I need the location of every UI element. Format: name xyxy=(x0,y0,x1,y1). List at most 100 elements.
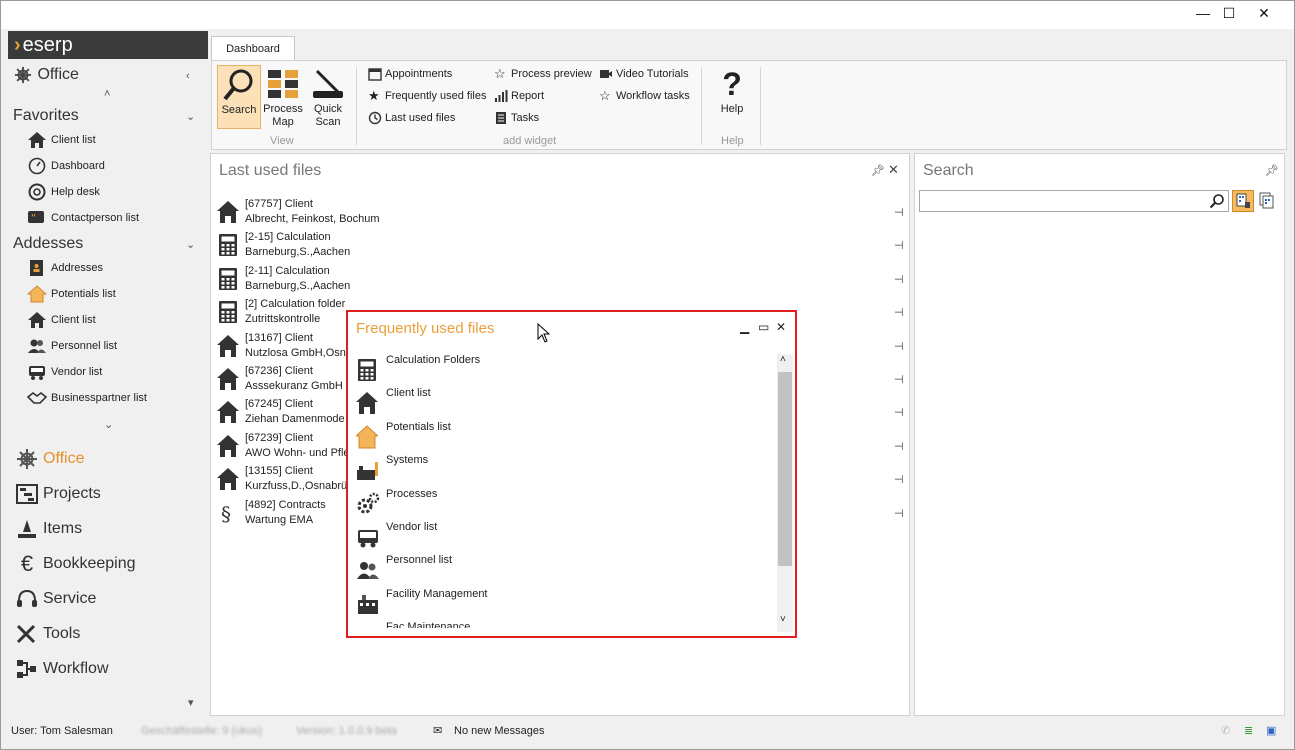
maximize-button[interactable]: ☐ xyxy=(1214,3,1244,23)
sidebar-item-addresses[interactable]: Addresses xyxy=(27,259,197,279)
process-preview-button[interactable]: ☆ Process preview xyxy=(494,65,592,83)
ribbon-separator xyxy=(701,67,702,145)
nav-projects[interactable]: Projects xyxy=(15,481,205,507)
sidebar-item-client-list[interactable]: Client list xyxy=(27,131,197,151)
sidebar-item-contactperson-list[interactable]: “Contactperson list xyxy=(27,209,197,229)
pin-row-icon[interactable]: ⊣ xyxy=(894,507,904,520)
scroll-up-icon[interactable]: ˄ xyxy=(104,88,110,100)
help-button[interactable]: ? Help xyxy=(710,65,754,129)
pin-row-icon[interactable]: ⊣ xyxy=(894,340,904,353)
popup-minimize-button[interactable]: ▁ xyxy=(740,320,749,334)
sidebar-more-chevron-icon[interactable]: ▾ xyxy=(188,696,194,709)
sidebar-item-help-desk[interactable]: Help desk xyxy=(27,183,197,203)
pin-icon[interactable]: 📌︎ xyxy=(1265,164,1279,177)
favorites-chevron-down-icon[interactable]: ⌄ xyxy=(186,110,195,123)
clock-icon xyxy=(368,111,382,125)
close-panel-button[interactable]: ✕ xyxy=(888,162,899,178)
popup-close-button[interactable]: ✕ xyxy=(776,320,786,334)
calculator-icon xyxy=(217,300,239,324)
gauge-icon xyxy=(28,157,46,175)
tab-dashboard[interactable]: Dashboard xyxy=(211,36,295,61)
search-input[interactable] xyxy=(919,190,1229,212)
pin-row-icon[interactable]: ⊣ xyxy=(894,440,904,453)
last-used-file-row[interactable]: [2-15] Calculation Barneburg,S.,Aachen xyxy=(217,231,903,263)
nav-office[interactable]: Office xyxy=(15,446,205,472)
workflow-tasks-button[interactable]: ☆ Workflow tasks xyxy=(599,87,690,105)
favorites-header[interactable]: Favorites xyxy=(13,107,79,125)
nav-items[interactable]: Items xyxy=(15,516,205,542)
sidebar-item-dashboard[interactable]: Dashboard xyxy=(27,157,197,177)
pin-row-icon[interactable]: ⊣ xyxy=(894,406,904,419)
frequently-used-item[interactable]: Processes xyxy=(354,486,774,518)
frequently-used-item[interactable]: Personnel list xyxy=(354,552,774,584)
house-outline-icon xyxy=(354,425,380,449)
pin-icon[interactable]: 📌︎ xyxy=(871,164,885,177)
frequently-used-files-button[interactable]: ★ Frequently used files xyxy=(368,87,487,105)
search-icon[interactable] xyxy=(1209,193,1225,209)
scroll-down-icon[interactable]: ⌄ xyxy=(104,418,113,431)
collapse-sidebar-icon[interactable]: ‹ xyxy=(186,70,190,82)
star-outline-icon: ☆ xyxy=(599,88,611,104)
database-icon[interactable]: ≣ xyxy=(1244,718,1253,744)
pin-row-icon[interactable]: ⊣ xyxy=(894,239,904,252)
frequently-used-item[interactable]: Potentials list xyxy=(354,419,774,451)
last-used-file-row[interactable]: [2-11] Calculation Barneburg,S.,Aachen xyxy=(217,265,903,297)
popup-scrollbar-thumb[interactable] xyxy=(778,372,792,566)
phone-icon[interactable]: ✆ xyxy=(1221,718,1230,744)
file-subtitle: Barneburg,S.,Aachen xyxy=(245,246,351,259)
scanner-icon xyxy=(313,69,343,98)
quick-scan-button[interactable]: Quick Scan xyxy=(306,65,350,129)
envelope-icon[interactable]: ✉ xyxy=(433,718,442,744)
nav-service[interactable]: Service xyxy=(15,586,205,612)
nav-tools[interactable]: Tools xyxy=(15,621,205,647)
search-button[interactable]: Search xyxy=(217,65,261,129)
status-messages[interactable]: No new Messages xyxy=(454,718,545,744)
advanced-search-button[interactable] xyxy=(1257,190,1279,212)
addresses-chevron-down-icon[interactable]: ⌄ xyxy=(186,238,195,251)
appointments-button[interactable]: Appointments xyxy=(368,65,452,83)
house-icon xyxy=(217,334,239,358)
frequently-used-item-label: Calculation Folders xyxy=(386,354,481,366)
frequently-used-item[interactable]: Systems xyxy=(354,452,774,484)
nav-office-label: Office xyxy=(43,450,85,467)
addresses-header[interactable]: Addesses xyxy=(13,235,83,253)
helm-icon xyxy=(14,66,32,84)
lifebuoy-icon xyxy=(28,183,46,201)
scroll-down-arrow-icon[interactable]: ˅ xyxy=(780,614,786,625)
nav-workflow[interactable]: Workflow xyxy=(15,656,205,682)
process-map-button[interactable]: Process Map xyxy=(261,65,305,129)
sidebar-item-personnel-list[interactable]: Personnel list xyxy=(27,337,197,357)
ribbon-separator xyxy=(356,67,357,145)
frequently-used-item[interactable]: Client list xyxy=(354,385,774,417)
sidebar: Office ‹ ˄ Favorites ⌄ Client list Dashb… xyxy=(1,60,208,715)
frequently-used-item[interactable]: Facility Management xyxy=(354,586,774,618)
search-options-button[interactable] xyxy=(1232,190,1254,212)
pin-row-icon[interactable]: ⊣ xyxy=(894,373,904,386)
sidebar-item-potentials-list[interactable]: Potentials list xyxy=(27,285,197,305)
pin-row-icon[interactable]: ⊣ xyxy=(894,473,904,486)
office-header[interactable]: Office xyxy=(13,66,79,84)
pin-row-icon[interactable]: ⊣ xyxy=(894,273,904,286)
frequently-used-item[interactable]: Fac Maintenance xyxy=(354,619,774,628)
scroll-up-arrow-icon[interactable]: ˄ xyxy=(780,354,786,365)
sidebar-item-client-list-2[interactable]: Client list xyxy=(27,311,197,331)
pin-row-icon[interactable]: ⊣ xyxy=(894,306,904,319)
frequently-used-item[interactable]: Vendor list xyxy=(354,519,774,551)
tasks-button[interactable]: Tasks xyxy=(494,109,539,127)
last-used-files-button[interactable]: Last used files xyxy=(368,109,455,127)
last-used-file-row[interactable]: [67757] Client Albrecht, Feinkost, Bochum xyxy=(217,198,903,230)
house-icon xyxy=(217,434,239,458)
video-tutorials-button[interactable]: Video Tutorials xyxy=(599,65,689,83)
magnifier-icon xyxy=(223,69,253,101)
sidebar-item-vendor-list[interactable]: Vendor list xyxy=(27,363,197,383)
pin-row-icon[interactable]: ⊣ xyxy=(894,206,904,219)
frequently-used-item[interactable]: Calculation Folders xyxy=(354,352,774,384)
nav-bookkeeping[interactable]: € Bookkeeping xyxy=(15,551,205,577)
screen-icon[interactable]: ▣ xyxy=(1266,718,1276,744)
sidebar-item-businesspartner-list[interactable]: Businesspartner list xyxy=(27,389,197,409)
frequently-used-files-title[interactable]: Frequently used files xyxy=(356,320,494,337)
popup-maximize-button[interactable]: ▭ xyxy=(758,320,769,334)
report-button[interactable]: Report xyxy=(494,87,544,105)
file-subtitle: Nutzlosa GmbH,Osna xyxy=(245,346,352,359)
close-button[interactable]: ✕ xyxy=(1249,3,1279,23)
